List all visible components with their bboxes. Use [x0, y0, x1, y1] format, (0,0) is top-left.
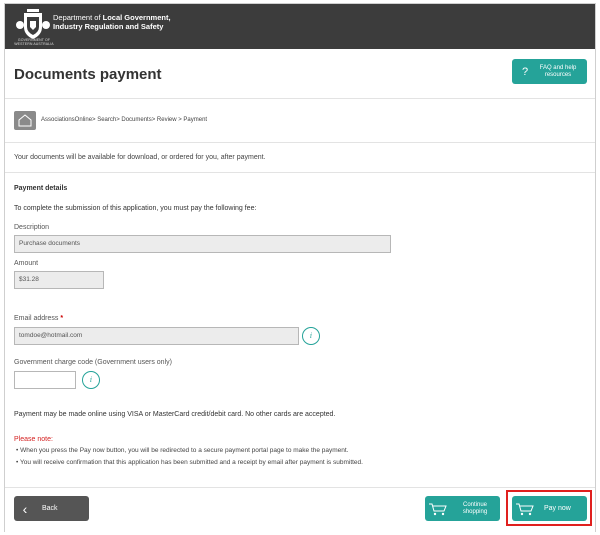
continue-shopping-button[interactable]: Continue shopping [425, 496, 500, 521]
email-field[interactable]: tomdoe@hotmail.com [14, 327, 299, 345]
cart-icon [427, 502, 449, 516]
gov-charge-code-input[interactable] [14, 371, 76, 389]
note-line-1: • When you press the Pay now button, you… [16, 447, 349, 454]
cart-icon [514, 502, 536, 516]
required-marker: * [60, 315, 64, 322]
notice-row: Your documents will be available for dow… [5, 143, 595, 173]
footer-bar: ‹ Back Continue shopping Pay now [5, 487, 595, 532]
breadcrumb-trail[interactable]: AssociationsOnline> Search> Documents> R… [41, 117, 207, 123]
back-button[interactable]: ‹ Back [14, 496, 89, 521]
dept-prefix: Department of [53, 13, 103, 22]
faq-help-button[interactable]: ? FAQ and help resources [512, 59, 587, 84]
breadcrumb: AssociationsOnline> Search> Documents> R… [5, 100, 595, 143]
back-label: Back [42, 505, 58, 512]
faq-help-label: FAQ and help resources [539, 64, 577, 78]
app-frame: GOVERNMENT OF WESTERN AUSTRALIA Departme… [4, 3, 596, 532]
description-label: Description [14, 224, 50, 231]
email-label-text: Email address [14, 315, 59, 322]
description-field: Purchase documents [14, 235, 391, 253]
card-info-text: Payment may be made online using VISA or… [14, 411, 336, 418]
question-icon: ? [521, 65, 529, 78]
dept-bold-line-1: Local Government, [102, 13, 171, 22]
amount-field: $31.28 [14, 271, 104, 289]
amount-label: Amount [14, 260, 39, 267]
gov-code-info-icon[interactable]: i [82, 371, 100, 389]
chevron-left-icon: ‹ [22, 500, 28, 517]
home-button[interactable] [14, 111, 36, 130]
header-bar: GOVERNMENT OF WESTERN AUSTRALIA Departme… [5, 4, 595, 49]
continue-shopping-label: Continue shopping [462, 501, 488, 515]
crest-caption: GOVERNMENT OF WESTERN AUSTRALIA [14, 38, 54, 46]
email-label: Email address * [14, 315, 63, 322]
title-bar: Documents payment ? FAQ and help resourc… [5, 49, 595, 99]
pay-now-button[interactable]: Pay now [512, 496, 587, 521]
gov-charge-code-label: Government charge code (Government users… [14, 359, 172, 366]
note-heading: Please note: [14, 436, 53, 443]
payment-instruction: To complete the submission of this appli… [14, 205, 257, 212]
note-line-2: • You will receive confirmation that thi… [16, 459, 363, 466]
department-name: Department of Local Government, Industry… [53, 13, 171, 31]
page-title: Documents payment [14, 66, 162, 83]
home-icon [18, 114, 32, 127]
email-info-icon[interactable]: i [302, 327, 320, 345]
payment-details-title: Payment details [14, 185, 68, 192]
pay-now-label: Pay now [544, 505, 571, 512]
dept-bold-line-2: Industry Regulation and Safety [53, 22, 164, 31]
download-notice: Your documents will be available for dow… [14, 154, 266, 161]
